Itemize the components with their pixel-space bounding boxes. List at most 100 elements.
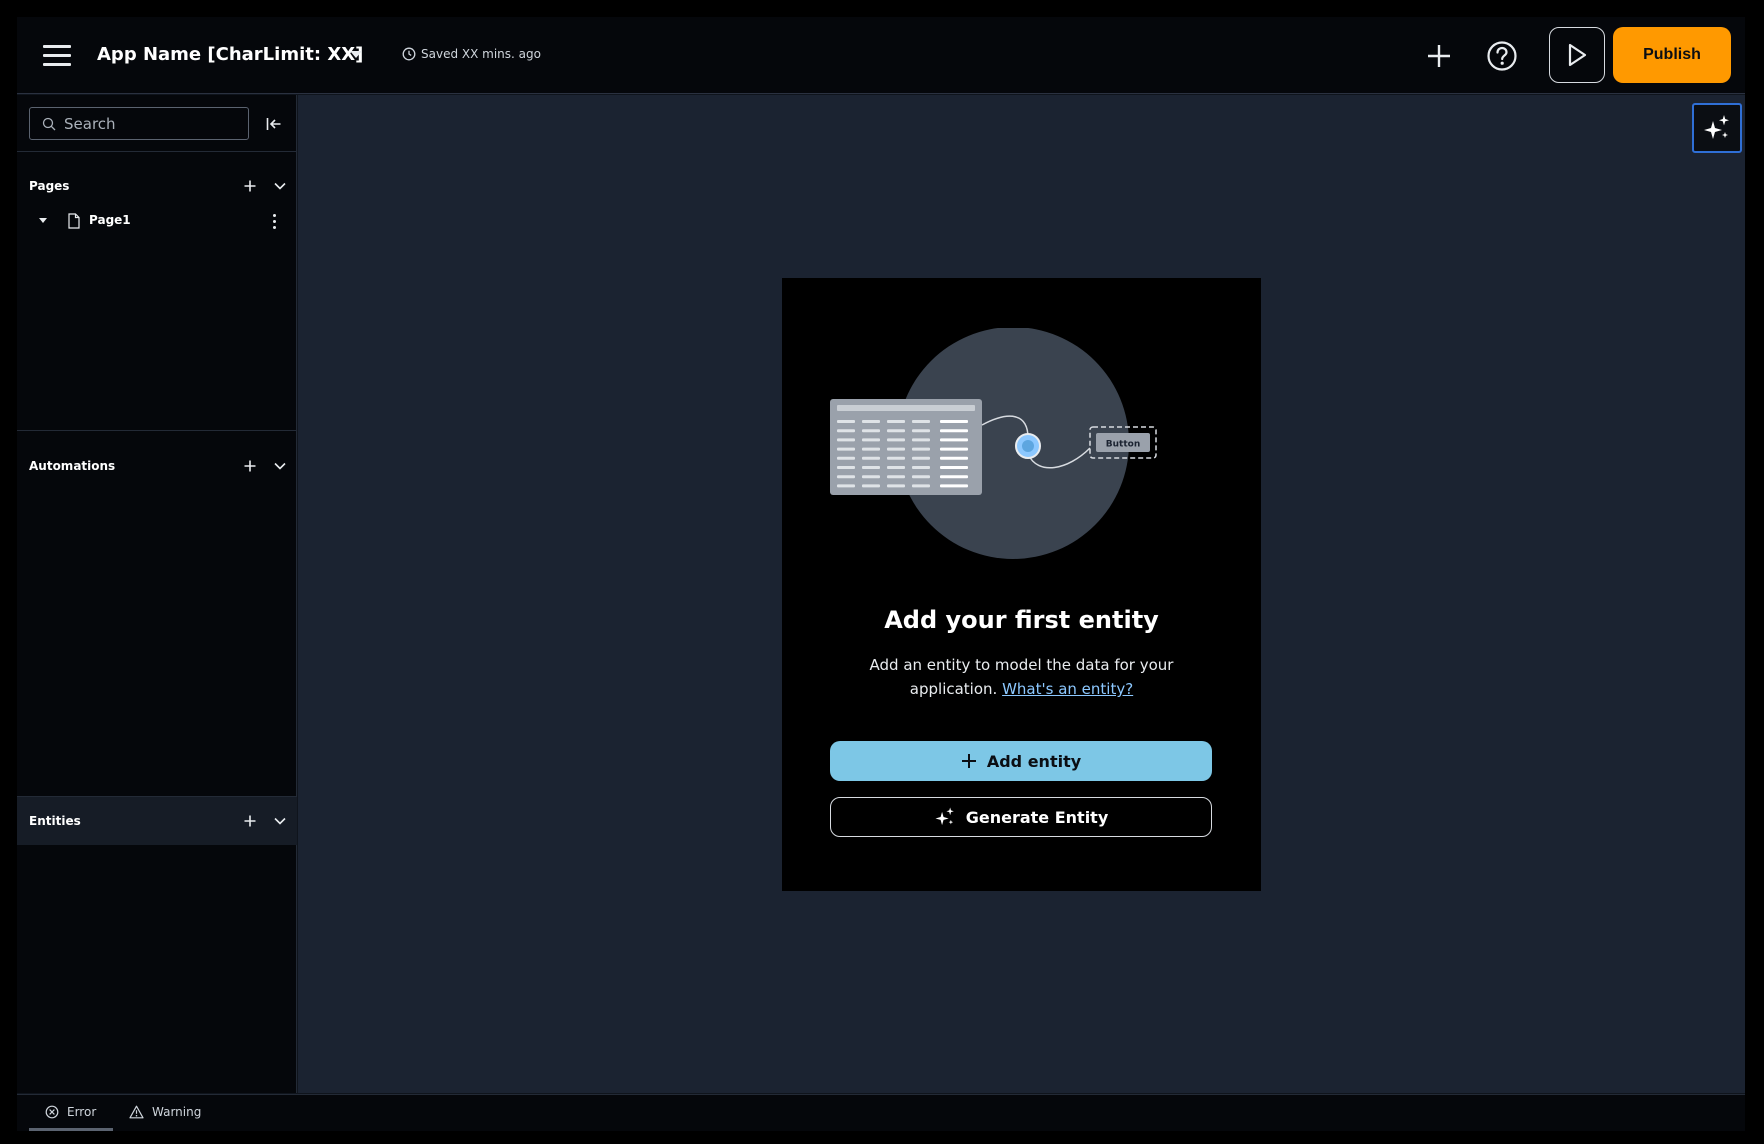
sidebar: Pages Page1 Automations bbox=[17, 95, 297, 1093]
generate-entity-button-label: Generate Entity bbox=[965, 807, 1109, 827]
saved-status: Saved XX mins. ago bbox=[402, 47, 541, 61]
add-button[interactable] bbox=[1417, 34, 1461, 78]
automations-section-title: Automations bbox=[29, 459, 116, 473]
illustration-button-label: Button bbox=[1106, 440, 1140, 450]
table-cell-line bbox=[940, 438, 968, 442]
table-cell-line bbox=[912, 429, 930, 433]
table-cell-line bbox=[940, 475, 968, 479]
error-tab[interactable]: Error bbox=[45, 1105, 96, 1119]
table-cell-line bbox=[912, 466, 930, 469]
table-cell-line bbox=[940, 466, 968, 469]
chevron-down-icon bbox=[274, 462, 286, 470]
table-cell-line bbox=[862, 429, 880, 433]
warning-tab[interactable]: Warning bbox=[129, 1105, 201, 1119]
add-automation-button[interactable] bbox=[239, 455, 261, 477]
add-entity-button-label: Add entity bbox=[986, 751, 1082, 771]
ai-assistant-button[interactable] bbox=[1692, 103, 1742, 153]
page-item-label: Page1 bbox=[89, 213, 131, 227]
table-cell-line bbox=[837, 438, 855, 442]
table-cell-line bbox=[862, 484, 880, 488]
caret-down-icon[interactable] bbox=[39, 218, 47, 223]
search-input[interactable] bbox=[64, 114, 234, 133]
preview-button[interactable] bbox=[1549, 27, 1605, 83]
collapse-left-icon bbox=[266, 118, 281, 130]
divider bbox=[17, 430, 297, 431]
pages-toggle-button[interactable] bbox=[269, 175, 291, 197]
table-cell-line bbox=[887, 456, 905, 460]
table-cell-line bbox=[887, 438, 905, 442]
app-name[interactable]: App Name [CharLimit: XX] bbox=[97, 44, 363, 65]
table-cell-line bbox=[862, 447, 880, 451]
menu-icon[interactable] bbox=[43, 43, 71, 67]
table-cell-line bbox=[862, 420, 880, 423]
page-options-icon[interactable] bbox=[265, 211, 283, 231]
pages-section-header: Pages bbox=[17, 163, 297, 209]
plus-icon bbox=[961, 754, 976, 768]
table-cell-line bbox=[940, 447, 968, 451]
plus-icon bbox=[1428, 45, 1450, 67]
table-cell-line bbox=[862, 466, 880, 469]
generate-entity-button[interactable]: Generate Entity bbox=[830, 797, 1212, 837]
entities-section-header: Entities bbox=[17, 798, 297, 844]
plus-icon bbox=[244, 815, 256, 827]
table-cell-line bbox=[887, 466, 905, 469]
whats-an-entity-link[interactable]: What's an entity? bbox=[1002, 680, 1133, 698]
table-cell-line bbox=[837, 475, 855, 479]
table-cell-line bbox=[837, 484, 855, 488]
add-entity-sidebar-button[interactable] bbox=[239, 810, 261, 832]
sparkles-icon bbox=[1704, 115, 1729, 139]
table-cell-line bbox=[837, 420, 855, 423]
search-field[interactable] bbox=[29, 107, 249, 140]
empty-state-title: Add your first entity bbox=[884, 606, 1159, 634]
app-menu-caret-icon[interactable] bbox=[350, 51, 362, 58]
add-entity-button[interactable]: Add entity bbox=[830, 741, 1212, 781]
table-cell-line bbox=[940, 420, 968, 423]
table-cell-line bbox=[837, 447, 855, 451]
chevron-down-icon bbox=[274, 182, 286, 190]
table-cell-line bbox=[862, 438, 880, 442]
table-cell-line bbox=[887, 420, 905, 423]
plus-icon bbox=[244, 180, 256, 192]
sparkles-icon bbox=[935, 807, 954, 826]
clock-icon bbox=[402, 47, 416, 61]
plus-icon bbox=[244, 460, 256, 472]
divider bbox=[17, 151, 297, 152]
table-cell-line bbox=[862, 475, 880, 479]
page-item-page1[interactable]: Page1 bbox=[17, 206, 297, 236]
table-cell-line bbox=[837, 456, 855, 460]
app-window: App Name [CharLimit: XX] Saved XX mins. … bbox=[17, 17, 1745, 1131]
add-page-button[interactable] bbox=[239, 175, 261, 197]
table-cell-line bbox=[940, 456, 968, 460]
table-cell-line bbox=[940, 429, 968, 433]
collapse-sidebar-button[interactable] bbox=[263, 113, 285, 135]
automations-toggle-button[interactable] bbox=[269, 455, 291, 477]
publish-button[interactable]: Publish bbox=[1613, 27, 1731, 83]
canvas: Button Add your first entity Add an enti… bbox=[298, 95, 1745, 1093]
entity-illustration: Button bbox=[830, 328, 1157, 559]
warning-icon bbox=[129, 1105, 144, 1119]
search-icon bbox=[42, 117, 56, 130]
table-cell-line bbox=[887, 429, 905, 433]
pages-section-title: Pages bbox=[29, 179, 70, 193]
warning-tab-label: Warning bbox=[152, 1105, 202, 1119]
table-cell-line bbox=[862, 456, 880, 460]
table-cell-line bbox=[887, 484, 905, 488]
table-cell-line bbox=[837, 429, 855, 433]
help-button[interactable] bbox=[1480, 34, 1524, 78]
top-bar: App Name [CharLimit: XX] Saved XX mins. … bbox=[17, 17, 1745, 94]
chevron-down-icon bbox=[274, 817, 286, 825]
table-cell-line bbox=[912, 484, 930, 488]
table-cell-line bbox=[912, 456, 930, 460]
entities-section-title: Entities bbox=[29, 814, 81, 828]
table-cell-line bbox=[912, 420, 930, 423]
table-cell-line bbox=[837, 466, 855, 469]
bottom-status-bar: Error Warning bbox=[17, 1094, 1745, 1131]
table-cell-line bbox=[912, 438, 930, 442]
entities-toggle-button[interactable] bbox=[269, 810, 291, 832]
play-icon bbox=[1568, 43, 1587, 67]
error-icon bbox=[45, 1105, 59, 1119]
table-cell-line bbox=[940, 484, 968, 488]
help-icon bbox=[1487, 41, 1517, 71]
empty-state-description: Add an entity to model the data for your… bbox=[842, 653, 1201, 701]
table-cell-line bbox=[887, 447, 905, 451]
